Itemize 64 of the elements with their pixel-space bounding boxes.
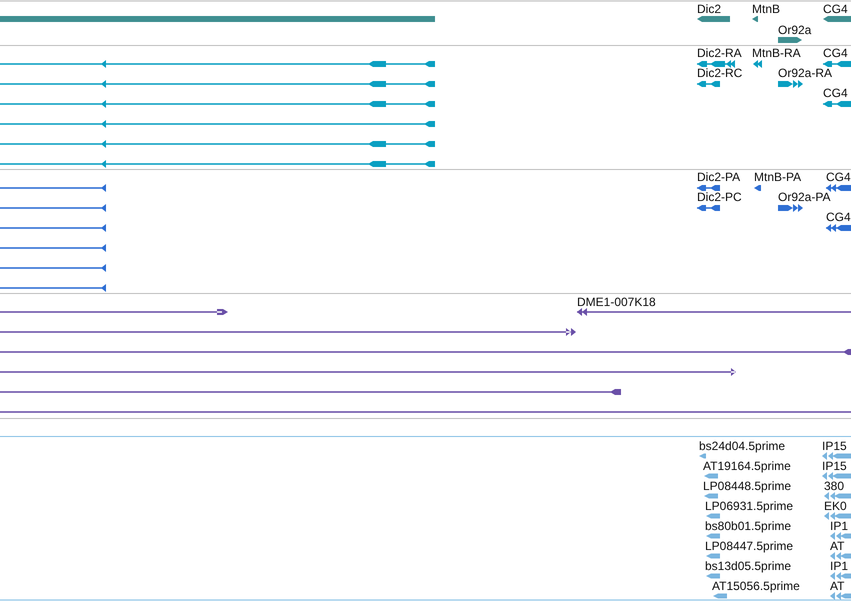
feature-label: AT15056.5prime xyxy=(712,579,800,593)
feature-label: 380 xyxy=(824,479,844,493)
feature-label: EK0 xyxy=(824,499,847,513)
feature-label: bs24d04.5prime xyxy=(699,439,786,453)
est-glyph xyxy=(830,592,851,600)
protein-glyph xyxy=(754,185,761,191)
transcript-glyph xyxy=(697,60,735,68)
feature-label: Dic2 xyxy=(697,2,722,16)
est-glyph xyxy=(704,494,718,498)
feature-label: CG4 xyxy=(823,86,848,100)
est-glyph xyxy=(706,514,720,518)
feature-label: LP08447.5prime xyxy=(705,539,794,553)
feature-label: AT xyxy=(830,579,844,593)
feature-label: bs13d05.5prime xyxy=(705,559,792,573)
protein-glyph xyxy=(697,185,720,191)
gene-glyph xyxy=(697,16,730,22)
est-glyph xyxy=(706,534,720,538)
feature-label: LP08448.5prime xyxy=(703,479,792,493)
transcript-glyph xyxy=(778,80,803,88)
gene-glyph xyxy=(823,16,851,22)
feature-label: Dic2-PC xyxy=(697,190,742,204)
gene-glyph xyxy=(778,37,802,43)
est-glyph xyxy=(830,552,851,560)
feature-label: Or92a-RA xyxy=(778,66,832,80)
protein-glyph xyxy=(826,184,851,192)
feature-label: DME1-007K18 xyxy=(577,295,656,309)
feature-label: Dic2-PA xyxy=(697,170,740,184)
est-glyph xyxy=(713,594,727,598)
feature-label: bs80b01.5prime xyxy=(705,519,792,533)
feature-label: CG4 xyxy=(826,170,851,184)
feature-label: Dic2-RC xyxy=(697,66,742,80)
est-glyph xyxy=(704,474,718,478)
gene-glyph xyxy=(752,16,758,22)
transcript-glyph xyxy=(823,61,851,67)
est-glyph xyxy=(830,532,851,540)
protein-glyph xyxy=(778,204,803,212)
feature-label: CG4 xyxy=(823,2,848,16)
feature-label: LP06931.5prime xyxy=(705,499,794,513)
feature-label: Or92a xyxy=(778,23,812,37)
transcript-glyph xyxy=(753,60,762,68)
transcript-glyph xyxy=(697,81,720,87)
est-glyph xyxy=(822,472,851,480)
transcript-glyph xyxy=(823,101,851,107)
feature-label: MtnB-PA xyxy=(754,170,802,184)
est-glyph xyxy=(830,572,851,580)
est-glyph xyxy=(706,574,720,578)
est-glyph xyxy=(706,554,720,558)
feature-label: CG4 xyxy=(826,210,851,224)
protein-glyph xyxy=(697,205,720,211)
feature-label: CG4 xyxy=(823,46,848,60)
feature-label: Dic2-RA xyxy=(697,46,742,60)
feature-label: MtnB-RA xyxy=(752,46,801,60)
feature-label: IP15 xyxy=(822,459,847,473)
feature-label: Or92a-PA xyxy=(778,190,830,204)
feature-label: IP1 xyxy=(830,559,848,573)
est-glyph xyxy=(824,492,851,500)
feature-label: AT19164.5prime xyxy=(703,459,791,473)
protein-glyph xyxy=(826,224,851,232)
feature-label: IP15 xyxy=(822,439,847,453)
feature-label: MtnB xyxy=(752,2,780,16)
est-glyph xyxy=(822,452,851,460)
est-glyph xyxy=(824,512,851,520)
feature-label: IP1 xyxy=(830,519,848,533)
feature-label: AT xyxy=(830,539,844,553)
